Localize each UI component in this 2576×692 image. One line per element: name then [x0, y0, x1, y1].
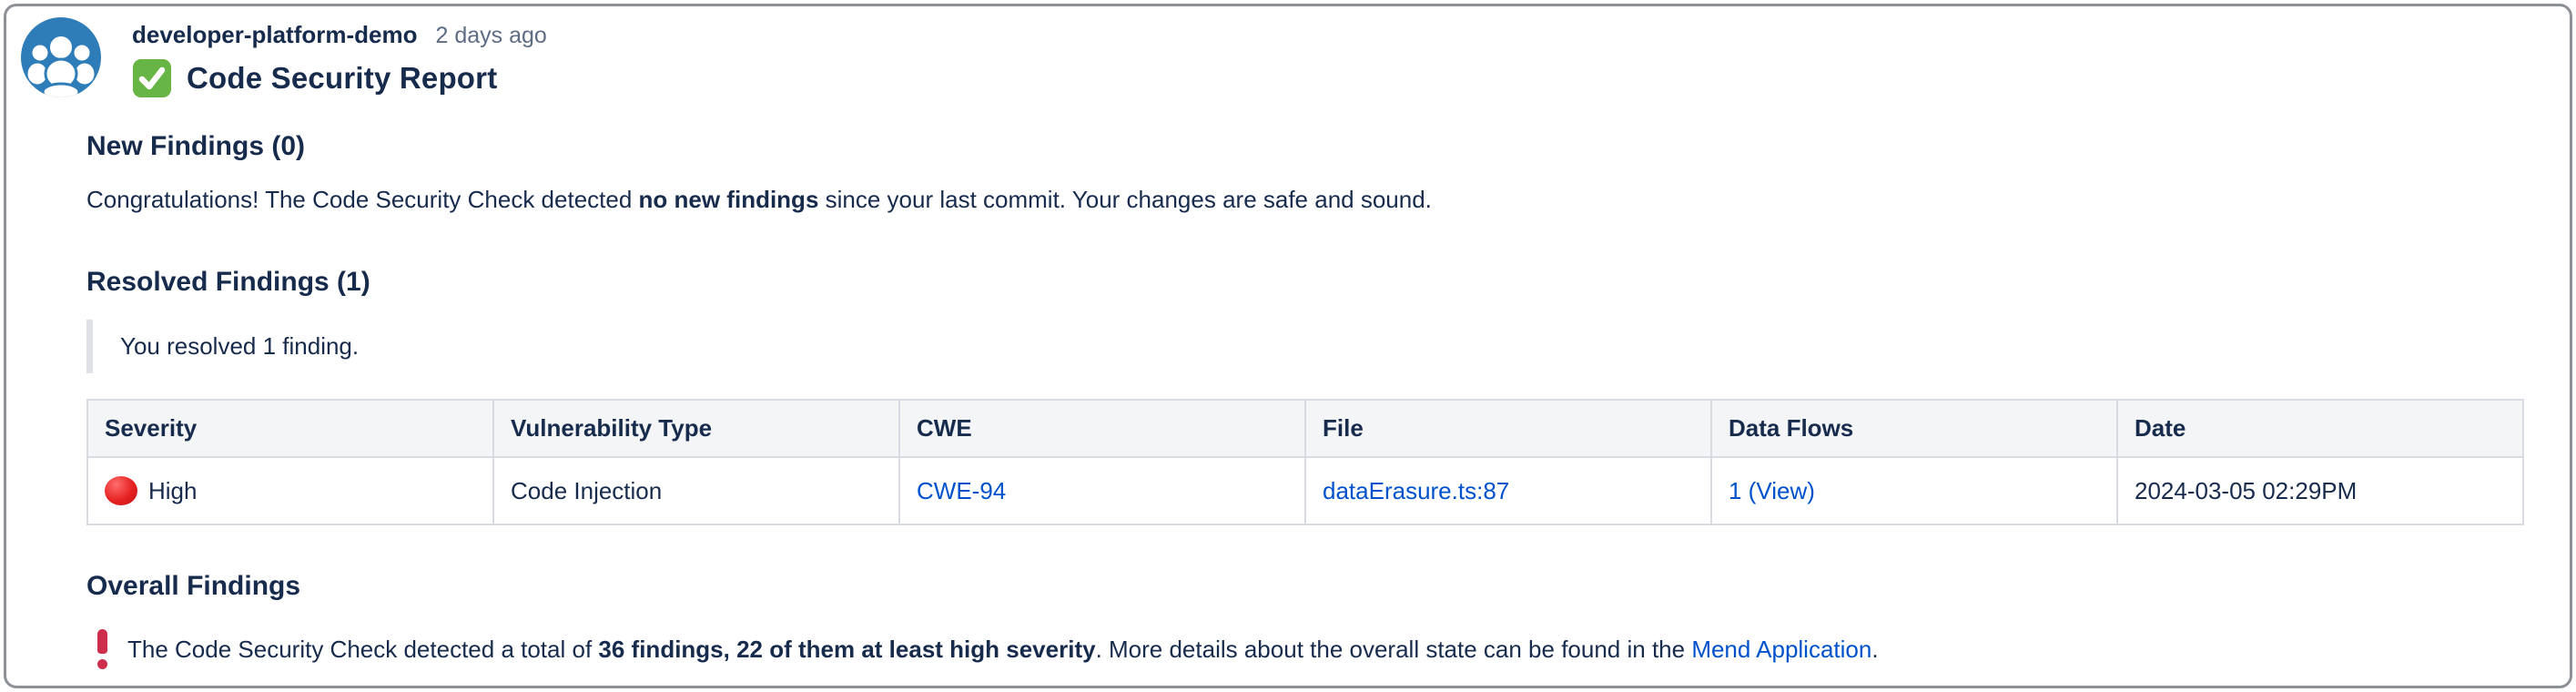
mend-application-link[interactable]: Mend Application — [1691, 636, 1871, 663]
red-exclamation-icon — [97, 629, 107, 669]
code-security-report-card: developer-platform-demo 2 days ago Code … — [4, 4, 2572, 688]
col-header-vulnerability-type: Vulnerability Type — [493, 400, 899, 457]
col-header-cwe: CWE — [899, 400, 1305, 457]
overall-text-bold: 36 findings, 22 of them at least high se… — [598, 636, 1095, 663]
team-avatar-icon[interactable] — [21, 17, 101, 97]
author-name[interactable]: developer-platform-demo — [132, 21, 418, 49]
overall-findings-line: The Code Security Check detected a total… — [86, 629, 2524, 669]
resolved-findings-heading: Resolved Findings (1) — [86, 267, 2524, 298]
vulnerability-type-cell: Code Injection — [493, 457, 899, 524]
col-header-severity: Severity — [87, 400, 493, 457]
comment-timestamp: 2 days ago — [436, 23, 547, 49]
data-flows-link[interactable]: 1 (View) — [1729, 477, 1815, 504]
report-title: Code Security Report — [132, 58, 547, 98]
col-header-data-flows: Data Flows — [1711, 400, 2117, 457]
new-findings-text: Congratulations! The Code Security Check… — [86, 186, 2524, 214]
cwe-link[interactable]: CWE-94 — [917, 477, 1006, 504]
severity-cell: High — [87, 457, 493, 524]
new-findings-text-after: since your last commit. Your changes are… — [818, 186, 1432, 213]
report-title-text: Code Security Report — [187, 61, 497, 96]
green-check-icon — [132, 58, 172, 98]
overall-text-after: . — [1871, 636, 1878, 663]
new-findings-text-before: Congratulations! The Code Security Check… — [86, 186, 639, 213]
file-link[interactable]: dataErasure.ts:87 — [1323, 477, 1509, 504]
table-row: High Code Injection CWE-94 dataErasure.t… — [87, 457, 2523, 524]
resolved-findings-table: Severity Vulnerability Type CWE File Dat… — [86, 399, 2524, 525]
new-findings-text-bold: no new findings — [639, 186, 819, 213]
new-findings-heading: New Findings (0) — [86, 131, 2524, 162]
overall-text-before: The Code Security Check detected a total… — [127, 636, 598, 663]
data-flows-cell: 1 (View) — [1711, 457, 2117, 524]
overall-findings-text: The Code Security Check detected a total… — [127, 636, 1879, 664]
file-cell: dataErasure.ts:87 — [1305, 457, 1711, 524]
byline: developer-platform-demo 2 days ago — [132, 21, 547, 49]
col-header-date: Date — [2117, 400, 2523, 457]
resolved-findings-quote: You resolved 1 finding. — [86, 320, 2524, 373]
cwe-cell: CWE-94 — [899, 457, 1305, 524]
report-body: New Findings (0) Congratulations! The Co… — [86, 131, 2524, 688]
resolved-findings-quote-text: You resolved 1 finding. — [120, 332, 359, 360]
comment-header: developer-platform-demo 2 days ago Code … — [6, 6, 2570, 98]
comment-header-text: developer-platform-demo 2 days ago Code … — [132, 17, 547, 98]
overall-text-middle: . More details about the overall state c… — [1096, 636, 1692, 663]
col-header-file: File — [1305, 400, 1711, 457]
severity-value: High — [148, 477, 197, 505]
red-circle-icon — [105, 476, 137, 505]
overall-findings-heading: Overall Findings — [86, 571, 2524, 602]
table-header-row: Severity Vulnerability Type CWE File Dat… — [87, 400, 2523, 457]
date-cell: 2024-03-05 02:29PM — [2117, 457, 2523, 524]
